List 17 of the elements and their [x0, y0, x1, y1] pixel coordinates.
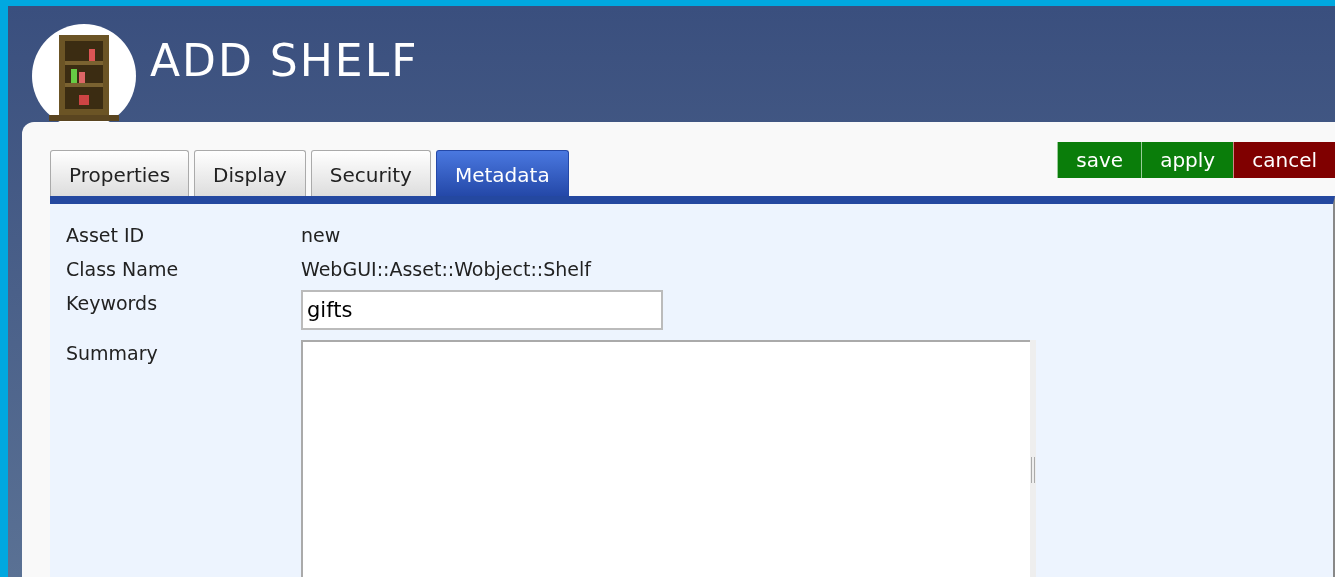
- action-button[interactable]: save: [1057, 142, 1142, 178]
- keywords-input[interactable]: gifts: [301, 290, 663, 330]
- tab[interactable]: Metadata: [435, 150, 569, 196]
- field-label: Keywords: [66, 291, 159, 314]
- tab[interactable]: Properties: [50, 150, 190, 196]
- field-label: Asset ID: [66, 223, 146, 246]
- tab[interactable]: Security: [310, 150, 431, 196]
- tab[interactable]: Display: [194, 150, 306, 196]
- cancel-button[interactable]: cancel: [1233, 142, 1335, 178]
- page-title: ADD SHELF: [150, 34, 419, 86]
- resize-handle[interactable]: [1030, 340, 1036, 577]
- summary-textarea[interactable]: [301, 340, 1030, 577]
- field-value: WebGUI::Asset::Wobject::Shelf: [301, 257, 591, 282]
- field-label: Class Name: [66, 257, 180, 280]
- action-button[interactable]: apply: [1141, 142, 1234, 178]
- field-value: new: [301, 223, 341, 248]
- field-label: Summary: [66, 341, 159, 364]
